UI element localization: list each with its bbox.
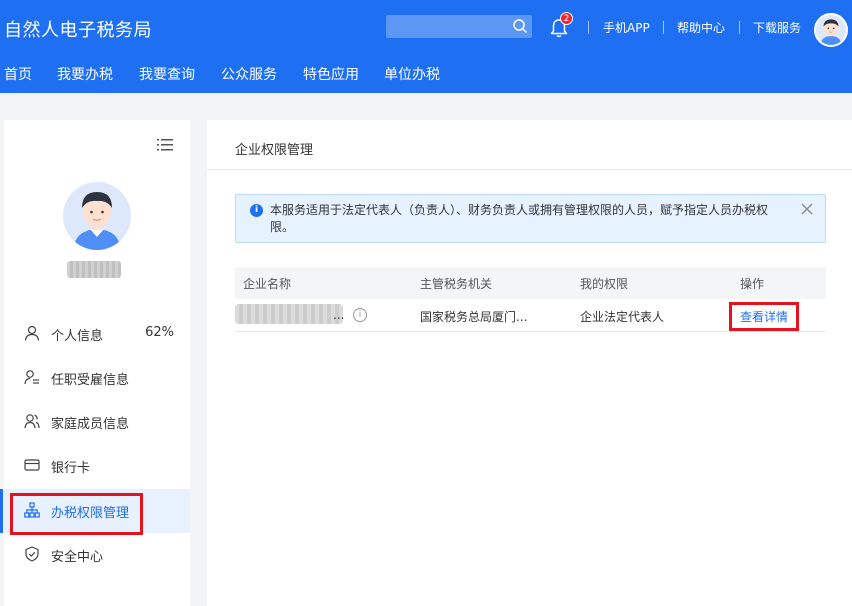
username-blurred: [67, 261, 121, 278]
column-header: 我的权限: [580, 277, 629, 291]
family-icon: [24, 414, 40, 429]
sidebar-item-label: 安全中心: [51, 550, 104, 565]
sidebar-item-label: 家庭成员信息: [51, 417, 130, 432]
highlight-box: [729, 302, 799, 331]
avatar[interactable]: [814, 13, 848, 47]
column-header: 操作: [740, 277, 765, 291]
company-name-cell: ... i: [235, 299, 395, 332]
sidebar-item-employment-info[interactable]: 任职受雇信息: [4, 356, 190, 400]
nav-tax-handling[interactable]: 我要办税: [57, 64, 113, 84]
shield-icon: [25, 546, 39, 562]
app-title[interactable]: 自然人电子税务局: [4, 16, 152, 42]
company-name-text: ...: [333, 308, 345, 322]
card-icon: [24, 459, 40, 471]
sidebar-item-label: 个人信息: [51, 329, 104, 344]
user-list-icon: [24, 370, 39, 385]
search-icon[interactable]: [512, 18, 528, 34]
nav-special-apps[interactable]: 特色应用: [303, 64, 359, 84]
nav-home[interactable]: 首页: [4, 64, 32, 84]
tax-office-cell: 国家税务总局厦门...: [420, 310, 528, 324]
avatar-icon: [816, 15, 846, 45]
profile-completion: 62%: [145, 325, 174, 340]
info-notice: i 本服务适用于法定代表人（负责人）、财务负责人或拥有管理权限的人员，赋予指定人…: [235, 194, 826, 243]
divider: [739, 21, 740, 34]
sidebar-item-personal-info[interactable]: 个人信息 62%: [4, 312, 190, 356]
avatar-icon: [63, 182, 131, 250]
sidebar-item-label: 银行卡: [51, 461, 91, 476]
sidebar-item-label: 任职受雇信息: [51, 373, 130, 388]
profile-avatar: [63, 182, 131, 250]
search-input[interactable]: [386, 15, 532, 38]
divider: [207, 169, 852, 170]
help-center-link[interactable]: 帮助中心: [677, 19, 725, 36]
top-header: 自然人电子税务局 2 手机APP 帮助中心 下载服务 首页 我要办税 我要查询 …: [0, 0, 852, 93]
divider: [588, 21, 589, 34]
nav-unit-tax[interactable]: 单位办税: [384, 64, 440, 84]
mobile-app-link[interactable]: 手机APP: [603, 19, 650, 36]
permission-cell: 企业法定代表人: [580, 310, 665, 324]
highlight-box: [10, 493, 143, 535]
main-content: 企业权限管理 i 本服务适用于法定代表人（负责人）、财务负责人或拥有管理权限的人…: [207, 120, 852, 606]
sidebar-item-family-info[interactable]: 家庭成员信息: [4, 400, 190, 444]
sidebar-item-security-center[interactable]: 安全中心: [4, 533, 190, 577]
notification-badge: 2: [560, 12, 573, 25]
nav-public-service[interactable]: 公众服务: [221, 64, 277, 84]
nav-query[interactable]: 我要查询: [139, 64, 195, 84]
column-header: 企业名称: [243, 277, 292, 291]
menu-list-icon[interactable]: [157, 138, 173, 152]
column-header: 主管税务机关: [420, 277, 493, 291]
download-service-link[interactable]: 下载服务: [753, 19, 801, 36]
notice-text: 本服务适用于法定代表人（负责人）、财务负责人或拥有管理权限的人员，赋予指定人员办…: [270, 203, 769, 234]
sidebar-item-bank-card[interactable]: 银行卡: [4, 444, 190, 488]
company-name-blurred: [235, 304, 343, 324]
table-header: 企业名称 主管税务机关 我的权限 操作: [235, 267, 826, 299]
close-icon[interactable]: [801, 203, 813, 215]
user-icon: [24, 325, 40, 341]
page-title: 企业权限管理: [235, 143, 314, 158]
info-icon: i: [250, 204, 263, 217]
info-icon[interactable]: i: [353, 308, 367, 322]
divider: [663, 21, 664, 34]
